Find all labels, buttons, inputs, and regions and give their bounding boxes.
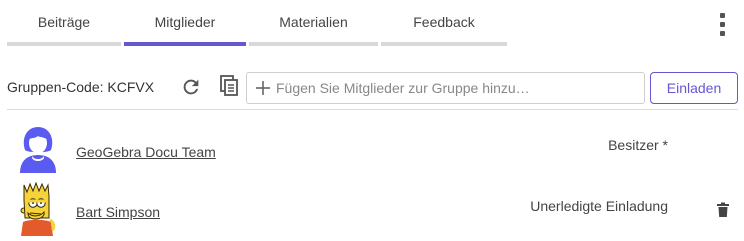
tab-mitglieder[interactable]: Mitglieder: [124, 0, 246, 48]
add-member-field[interactable]: [246, 72, 645, 104]
member-role: Besitzer *: [608, 137, 668, 153]
tab-label: Materialien: [279, 14, 348, 30]
member-row: Bart Simpson Unerledigte Einladung: [0, 181, 744, 236]
group-code-label: Gruppen-Code: KCFVX: [7, 79, 155, 95]
tab-label: Mitglieder: [154, 14, 216, 30]
tab-beitraege[interactable]: Beiträge: [7, 0, 121, 48]
tab-bar: Beiträge Mitglieder Materialien Feedback: [0, 0, 744, 48]
refresh-icon[interactable]: [180, 76, 202, 98]
copy-icon[interactable]: [219, 74, 241, 98]
more-vertical-icon[interactable]: [712, 10, 734, 40]
member-name[interactable]: Bart Simpson: [76, 204, 160, 220]
add-member-input[interactable]: [276, 74, 636, 102]
member-row: GeoGebra Docu Team Besitzer *: [0, 124, 744, 178]
plus-icon: [254, 79, 272, 97]
divider: [7, 109, 738, 110]
tab-label: Beiträge: [37, 14, 91, 30]
member-name[interactable]: GeoGebra Docu Team: [76, 144, 216, 160]
tab-materialien[interactable]: Materialien: [249, 0, 378, 48]
invite-button[interactable]: Einladen: [650, 72, 738, 104]
member-toolbar: Gruppen-Code: KCFVX Einladen: [0, 68, 744, 108]
member-role: Unerledigte Einladung: [530, 198, 668, 214]
bart-simpson-avatar: [15, 181, 61, 236]
tab-underline: [381, 42, 507, 46]
tab-underline: [7, 42, 121, 46]
tab-label: Feedback: [413, 14, 475, 30]
default-user-avatar: [15, 124, 61, 176]
tab-underline-active: [124, 42, 246, 46]
trash-icon[interactable]: [716, 202, 730, 218]
tab-underline: [249, 42, 378, 46]
tab-feedback[interactable]: Feedback: [381, 0, 507, 48]
